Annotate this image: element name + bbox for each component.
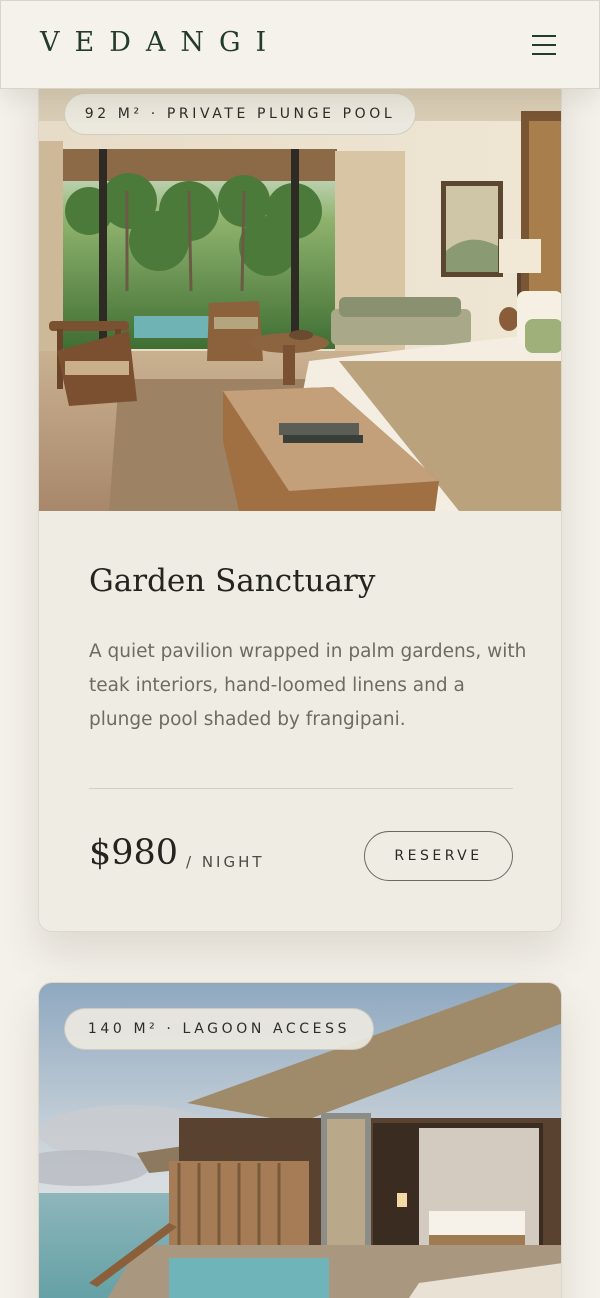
site-header: VEDANGI	[0, 0, 600, 89]
reserve-button[interactable]: RESERVE	[364, 831, 513, 881]
room-description: A quiet pavilion wrapped in palm gardens…	[89, 641, 527, 730]
room-card: 92 M² · PRIVATE PLUNGE POOL Garden Sanct…	[38, 60, 562, 932]
room-card: 140 M² · LAGOON ACCESS	[38, 982, 562, 1298]
menu-line	[532, 53, 556, 55]
room-size-badge: 140 M² · LAGOON ACCESS	[64, 1008, 374, 1050]
hamburger-menu-icon[interactable]	[529, 31, 559, 59]
menu-line	[532, 44, 556, 46]
divider	[89, 788, 513, 789]
brand-logo[interactable]: VEDANGI	[40, 27, 281, 58]
price-unit: / NIGHT	[186, 853, 265, 871]
menu-line	[532, 35, 556, 37]
room-price: $980	[89, 833, 179, 873]
room-title: Garden Sanctuary	[89, 563, 376, 599]
room-size-badge: 92 M² · PRIVATE PLUNGE POOL	[64, 93, 416, 135]
